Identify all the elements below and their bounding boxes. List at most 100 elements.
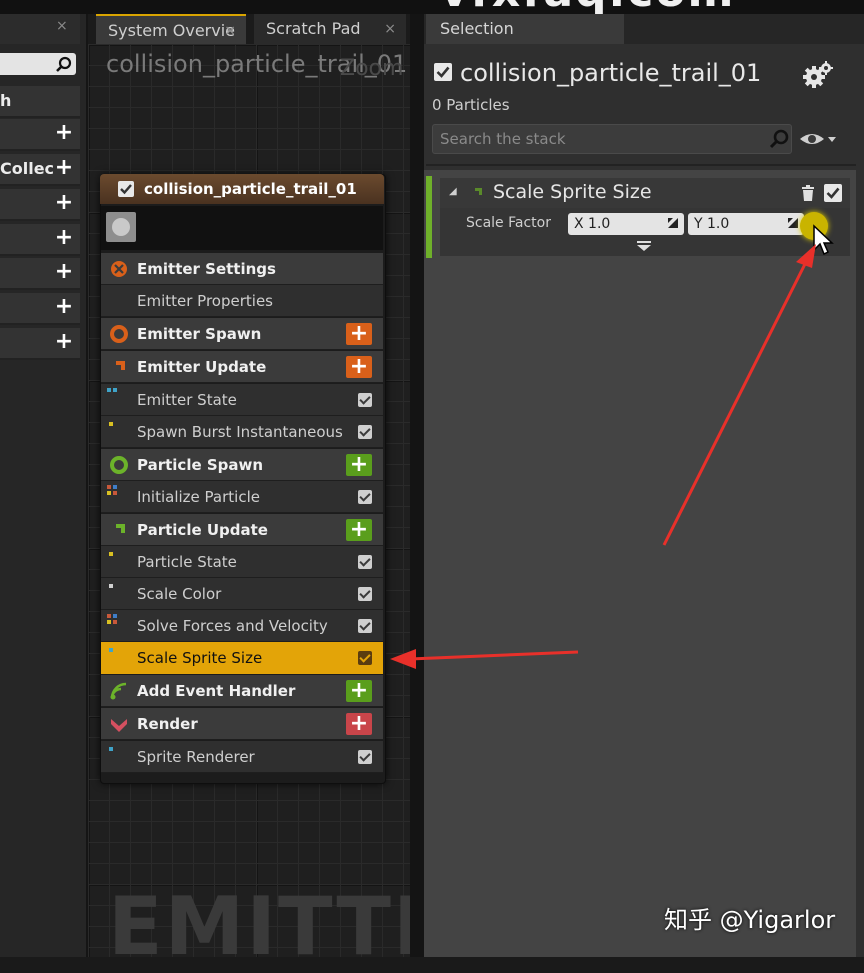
add-module-button[interactable]: + bbox=[346, 519, 372, 541]
node-row-label: Scale Color bbox=[137, 585, 222, 603]
module-type-icon bbox=[107, 582, 121, 596]
checkmark-icon bbox=[826, 187, 840, 199]
expand-advanced-icon[interactable] bbox=[636, 240, 652, 252]
panel-divider bbox=[426, 164, 856, 166]
emitter-thumbnail-row bbox=[101, 206, 383, 250]
module-type-icon bbox=[107, 388, 121, 402]
left-panel-row[interactable]: h bbox=[0, 86, 80, 118]
scale-factor-x-input[interactable]: X 1.0 bbox=[568, 213, 684, 235]
search-icon[interactable] bbox=[55, 56, 73, 72]
checkmark-icon bbox=[120, 184, 132, 195]
module-enable-checkbox[interactable] bbox=[824, 184, 842, 202]
module-enable-checkbox[interactable] bbox=[358, 425, 372, 439]
module-enable-checkbox[interactable] bbox=[358, 555, 372, 569]
gear-icon[interactable] bbox=[802, 60, 834, 90]
tab-selection-label: Selection bbox=[440, 19, 514, 38]
scale-factor-y-input[interactable]: Y 1.0 bbox=[688, 213, 804, 235]
module-type-icon bbox=[107, 646, 121, 660]
stack-search-placeholder: Search the stack bbox=[440, 130, 566, 148]
particle-update-icon bbox=[112, 524, 125, 537]
add-icon[interactable]: + bbox=[54, 122, 74, 144]
node-row-label: Scale Sprite Size bbox=[137, 649, 263, 667]
trash-icon[interactable] bbox=[800, 184, 816, 202]
node-row-emitter-settings[interactable]: Emitter Settings bbox=[101, 253, 383, 285]
node-row-solve-forces-and-velocity[interactable]: Solve Forces and Velocity bbox=[101, 610, 383, 642]
left-panel-row[interactable]: + bbox=[0, 293, 80, 325]
node-row-emitter-update[interactable]: Emitter Update + bbox=[101, 351, 383, 383]
particle-spawn-icon bbox=[110, 456, 128, 474]
search-icon[interactable] bbox=[768, 128, 790, 150]
add-icon[interactable]: + bbox=[54, 331, 74, 353]
node-row-label: Spawn Burst Instantaneous bbox=[137, 423, 343, 441]
scale-factor-y-value: Y 1.0 bbox=[694, 216, 730, 232]
node-row-scale-sprite-size[interactable]: Scale Sprite Size bbox=[101, 642, 383, 674]
emitter-enable-checkbox[interactable] bbox=[118, 181, 134, 197]
module-enable-checkbox[interactable] bbox=[358, 750, 372, 764]
module-type-icon bbox=[107, 745, 121, 759]
left-panel-row[interactable]: + bbox=[0, 258, 80, 290]
add-icon[interactable]: + bbox=[54, 296, 74, 318]
add-icon[interactable]: + bbox=[54, 227, 74, 249]
add-icon[interactable]: + bbox=[54, 261, 74, 283]
node-row-spawn-burst-instantaneous[interactable]: Spawn Burst Instantaneous bbox=[101, 416, 383, 448]
collapse-triangle-icon[interactable]: ◢ bbox=[449, 186, 457, 197]
node-row-add-event-handler[interactable]: Add Event Handler + bbox=[101, 675, 383, 707]
add-module-button[interactable]: + bbox=[346, 454, 372, 476]
left-panel-row[interactable]: + bbox=[0, 119, 80, 151]
tab-scratch-pad-label: Scratch Pad bbox=[266, 19, 361, 38]
eye-visibility-icon[interactable] bbox=[798, 128, 838, 150]
module-enable-checkbox[interactable] bbox=[358, 619, 372, 633]
module-title: Scale Sprite Size bbox=[493, 181, 652, 203]
node-row-sprite-renderer[interactable]: Sprite Renderer bbox=[101, 741, 383, 773]
tab-selection[interactable]: Selection bbox=[426, 14, 624, 44]
selection-emitter-checkbox[interactable] bbox=[434, 63, 452, 81]
node-row-label: Particle Spawn bbox=[137, 456, 264, 474]
node-row-particle-spawn[interactable]: Particle Spawn + bbox=[101, 449, 383, 481]
left-panel-row[interactable]: + bbox=[0, 328, 80, 360]
module-enable-checkbox[interactable] bbox=[358, 651, 372, 665]
node-row-initialize-particle[interactable]: Initialize Particle bbox=[101, 481, 383, 513]
node-row-emitter-state[interactable]: Emitter State bbox=[101, 384, 383, 416]
node-row-label: Particle State bbox=[137, 553, 237, 571]
add-module-button[interactable]: + bbox=[346, 680, 372, 702]
scale-factor-x-value: X 1.0 bbox=[574, 216, 611, 232]
mouse-cursor-icon bbox=[813, 224, 834, 256]
emitter-node-title: collision_particle_trail_01 bbox=[144, 180, 357, 198]
tab-system-overview[interactable]: System Overvie × bbox=[96, 14, 246, 44]
emitter-settings-icon bbox=[111, 261, 127, 277]
close-icon[interactable]: × bbox=[384, 14, 396, 44]
node-row-scale-color[interactable]: Scale Color bbox=[101, 578, 383, 610]
particle-count: 0 Particles bbox=[432, 96, 510, 114]
node-row-render[interactable]: Render + bbox=[101, 708, 383, 740]
module-enable-checkbox[interactable] bbox=[358, 490, 372, 504]
event-handler-icon bbox=[110, 682, 127, 700]
node-row-particle-state[interactable]: Particle State bbox=[101, 546, 383, 578]
node-row-label: Emitter Spawn bbox=[137, 325, 262, 343]
add-icon[interactable]: + bbox=[54, 157, 74, 179]
node-row-emitter-properties[interactable]: Emitter Properties bbox=[101, 285, 383, 317]
node-row-particle-update[interactable]: Particle Update + bbox=[101, 514, 383, 546]
module-enable-checkbox[interactable] bbox=[358, 393, 372, 407]
node-row-label: Emitter State bbox=[137, 391, 237, 409]
checkmark-icon bbox=[436, 66, 450, 78]
left-panel-row[interactable]: + bbox=[0, 224, 80, 256]
left-panel-tab[interactable] bbox=[0, 14, 80, 44]
module-enable-checkbox[interactable] bbox=[358, 587, 372, 601]
emitter-update-icon bbox=[112, 361, 125, 374]
left-panel-row[interactable]: + bbox=[0, 189, 80, 221]
panel-splitter[interactable] bbox=[410, 14, 424, 957]
node-row-label: Emitter Settings bbox=[137, 260, 276, 278]
node-row-emitter-spawn[interactable]: Emitter Spawn + bbox=[101, 318, 383, 350]
close-icon[interactable]: × bbox=[224, 16, 236, 46]
render-icon bbox=[111, 719, 127, 732]
add-module-button[interactable]: + bbox=[346, 323, 372, 345]
add-icon[interactable]: + bbox=[54, 192, 74, 214]
add-module-button[interactable]: + bbox=[346, 356, 372, 378]
dynamic-input-arrow-icon[interactable] bbox=[786, 216, 800, 230]
left-tab-close-icon[interactable]: × bbox=[56, 18, 68, 34]
left-panel-row[interactable]: Collecti+ bbox=[0, 154, 80, 186]
tab-scratch-pad[interactable]: Scratch Pad × bbox=[254, 14, 406, 44]
emitter-spawn-icon bbox=[110, 325, 128, 343]
dynamic-input-arrow-icon[interactable] bbox=[666, 216, 680, 230]
add-module-button[interactable]: + bbox=[346, 713, 372, 735]
